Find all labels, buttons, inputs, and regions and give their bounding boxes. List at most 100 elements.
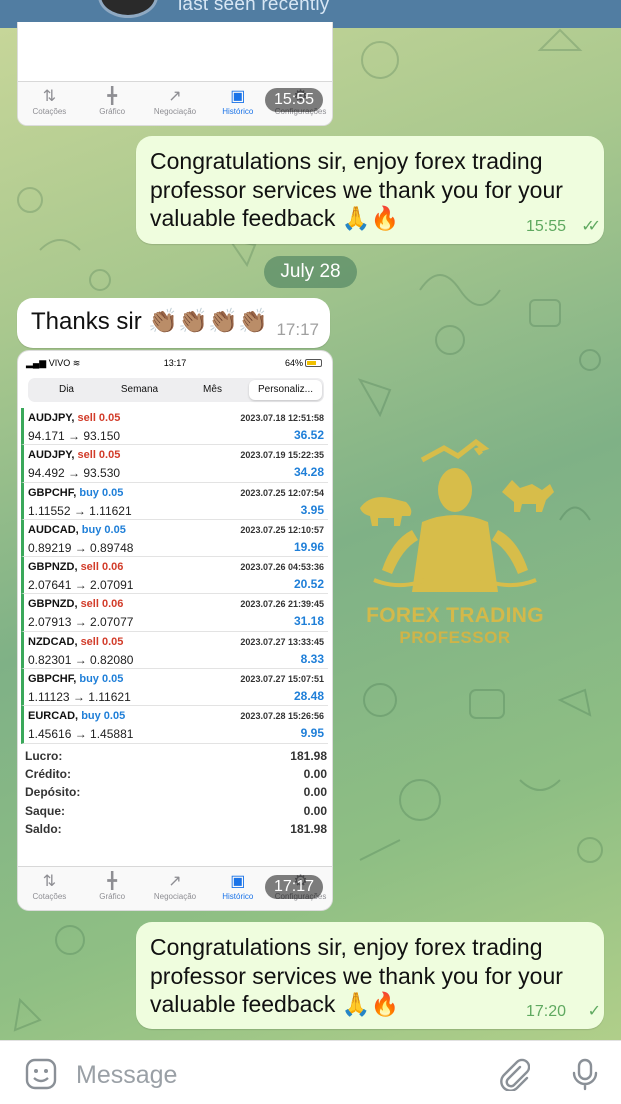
battery-indicator: 64% — [285, 358, 322, 368]
message-line: Congratulations sir, enjoy forex trading — [150, 148, 543, 174]
symbol-text: EURCAD, — [28, 710, 79, 723]
message-time: 17:20 — [525, 1003, 566, 1020]
quotes-icon: ⇅ — [42, 873, 57, 890]
trade-datetime: 2023.07.25 12:07:54 — [240, 487, 324, 498]
summary-row: Crédito: 0.00 — [25, 767, 327, 785]
trade-prices: 1.45616 → 1.45881 — [28, 727, 134, 742]
trade-datetime: 2023.07.26 04:53:36 — [240, 562, 324, 573]
summary-value: 181.98 — [290, 749, 327, 763]
trade-row: AUDCAD, buy 0.05 0.89219 → 0.89748 2023.07… — [21, 519, 328, 558]
trade-datetime: 2023.07.26 21:39:45 — [240, 599, 324, 610]
summary-row: Saldo: 181.98 — [25, 822, 327, 840]
outgoing-message-2[interactable]: Congratulations sir, enjoy forex trading… — [136, 922, 604, 1029]
trade-symbol: GBPCHF, buy 0.05 — [28, 673, 123, 685]
tab-label: Negociação — [153, 107, 197, 116]
message-line: professor services we thank you for your — [150, 962, 563, 989]
summary-value: 0.00 — [303, 803, 327, 818]
tab-historico: ▣ Histórico — [206, 82, 269, 125]
trade-side: sell 0.06 — [80, 561, 124, 574]
microphone-icon[interactable] — [568, 1057, 602, 1091]
message-time: 15:55 — [265, 88, 323, 112]
trade-profit: 36.52 — [293, 428, 324, 442]
trade-prices: 2.07641 → 2.07091 — [28, 578, 134, 593]
tab-label: Gráfico — [99, 107, 126, 116]
trade-symbol: GBPCHF, buy 0.05 — [28, 487, 123, 499]
tab-label: Cotações — [32, 107, 67, 116]
summary-label: Saque: — [25, 803, 66, 818]
tab-negociacao: ↗ Negociação — [144, 82, 207, 125]
trade-profit: 19.96 — [293, 539, 324, 554]
trade-datetime: 2023.07.27 15:07:51 — [240, 674, 324, 685]
trade-side: sell 0.06 — [80, 598, 124, 611]
summary-label: Lucro: — [25, 749, 63, 763]
period-segmented-control: Dia Semana Mês Personaliz... — [28, 378, 324, 402]
trade-row: GBPNZD, sell 0.06 2.07641 → 2.07091 2023.0… — [21, 557, 328, 595]
paperclip-icon[interactable] — [496, 1057, 531, 1092]
sticker-icon[interactable] — [24, 1057, 58, 1091]
trade-datetime: 2023.07.25 12:10:57 — [240, 524, 324, 535]
trade-side: sell 0.05 — [77, 449, 121, 462]
battery-percent: 64% — [284, 358, 303, 368]
tab-label: Negociação — [153, 892, 197, 901]
trade-profit: 8.33 — [300, 651, 324, 666]
image-message-1[interactable]: ⇅ Cotações ╋ Gráfico ↗ Negociação ▣ Históric… — [17, 22, 333, 126]
message-time: 17:17 — [276, 320, 319, 339]
message-composer: Message — [0, 1040, 621, 1104]
tab-label: Gráfico — [99, 892, 126, 901]
trade-datetime: 2023.07.19 15:22:35 — [240, 450, 324, 461]
trade-prices: 2.07913 → 2.07077 — [28, 615, 134, 630]
trade-profit: 34.28 — [293, 465, 324, 480]
trade-datetime: 2023.07.18 12:51:58 — [240, 413, 324, 423]
symbol-text: GBPNZD, — [28, 561, 78, 574]
logo-subtitle: PROFESSOR — [399, 628, 511, 647]
battery-icon — [305, 359, 322, 367]
logo-title: FOREX TRADING — [366, 604, 544, 627]
image-message-2[interactable]: ▂▄▆ VIVO ≋ 13:17 64% Dia Semana Mês Pers… — [17, 350, 333, 911]
summary-row: Saque: 0.00 — [25, 804, 327, 822]
summary-value: 0.00 — [303, 785, 327, 800]
candles-icon: ╋ — [107, 873, 118, 890]
symbol-text: GBPCHF, — [28, 673, 77, 686]
trade-symbol: AUDCAD, buy 0.05 — [28, 524, 126, 536]
symbol-text: GBPNZD, — [28, 598, 78, 611]
symbol-text: NZDCAD, — [28, 635, 78, 648]
outgoing-message-1[interactable]: Congratulations sir, enjoy forex trading… — [136, 136, 604, 244]
tab-cotacoes: ⇅ Cotações — [18, 82, 81, 125]
trade-side: sell 0.05 — [80, 635, 124, 648]
trade-prices: 1.11552 → 1.11621 — [28, 503, 132, 518]
trade-row: AUDJPY, sell 0.05 94.492 → 93.530 2023.07.… — [21, 445, 328, 483]
trade-row: EURCAD, buy 0.05 1.45616 → 1.45881 2023.07… — [21, 706, 328, 744]
trade-datetime: 2023.07.27 13:33:45 — [240, 636, 324, 647]
message-line: professor services we thank you for your — [150, 176, 563, 203]
message-time: 15:55 — [525, 218, 566, 235]
trade-row: GBPNZD, sell 0.06 2.07913 → 2.07077 2023.0… — [21, 594, 328, 632]
tab-label: Histórico — [222, 892, 254, 901]
account-summary: Lucro: 181.98 Crédito: 0.00 Depósito: 0.00 Saq… — [25, 749, 327, 840]
symbol-text: AUDJPY, — [28, 412, 75, 424]
trade-row: GBPCHF, buy 0.05 1.11552 → 1.11621 2023.07… — [21, 482, 328, 520]
trade-side: buy 0.05 — [81, 710, 126, 723]
message-input[interactable]: Message — [76, 1061, 177, 1090]
candles-icon: ╋ — [107, 88, 118, 105]
tab-grafico: ╋ Gráfico — [81, 867, 144, 910]
trade-profit: 9.95 — [300, 726, 324, 741]
trade-icon: ↗ — [168, 88, 182, 105]
trade-side: buy 0.05 — [79, 673, 124, 686]
quotes-icon: ⇅ — [42, 88, 57, 105]
trade-side: buy 0.05 — [81, 523, 126, 536]
phone-status-bar: ▂▄▆ VIVO ≋ 13:17 64% — [18, 356, 332, 372]
segment-mes: Mês — [203, 384, 222, 395]
summary-row: Lucro: 181.98 — [25, 749, 327, 767]
trade-datetime: 2023.07.28 15:26:56 — [240, 711, 324, 722]
trade-prices: 0.82301 → 0.82080 — [28, 652, 134, 667]
message-text: Thanks sir 👏🏽👏🏽👏🏽👏🏽 — [31, 308, 268, 335]
segment-personalizado: Personaliz... — [249, 380, 322, 400]
trade-symbol: GBPNZD, sell 0.06 — [28, 598, 123, 610]
trade-prices: 94.492 → 93.530 — [28, 466, 121, 481]
summary-value: 0.00 — [303, 767, 327, 782]
tab-grafico: ╋ Gráfico — [81, 82, 144, 125]
trade-prices: 94.171 → 93.150 — [28, 429, 121, 443]
trade-list: AUDJPY, sell 0.05 94.171 → 93.150 2023.07.… — [21, 408, 328, 744]
incoming-message[interactable]: Thanks sir 👏🏽👏🏽👏🏽👏🏽 17:17 — [17, 298, 330, 348]
avatar[interactable] — [98, 0, 158, 18]
